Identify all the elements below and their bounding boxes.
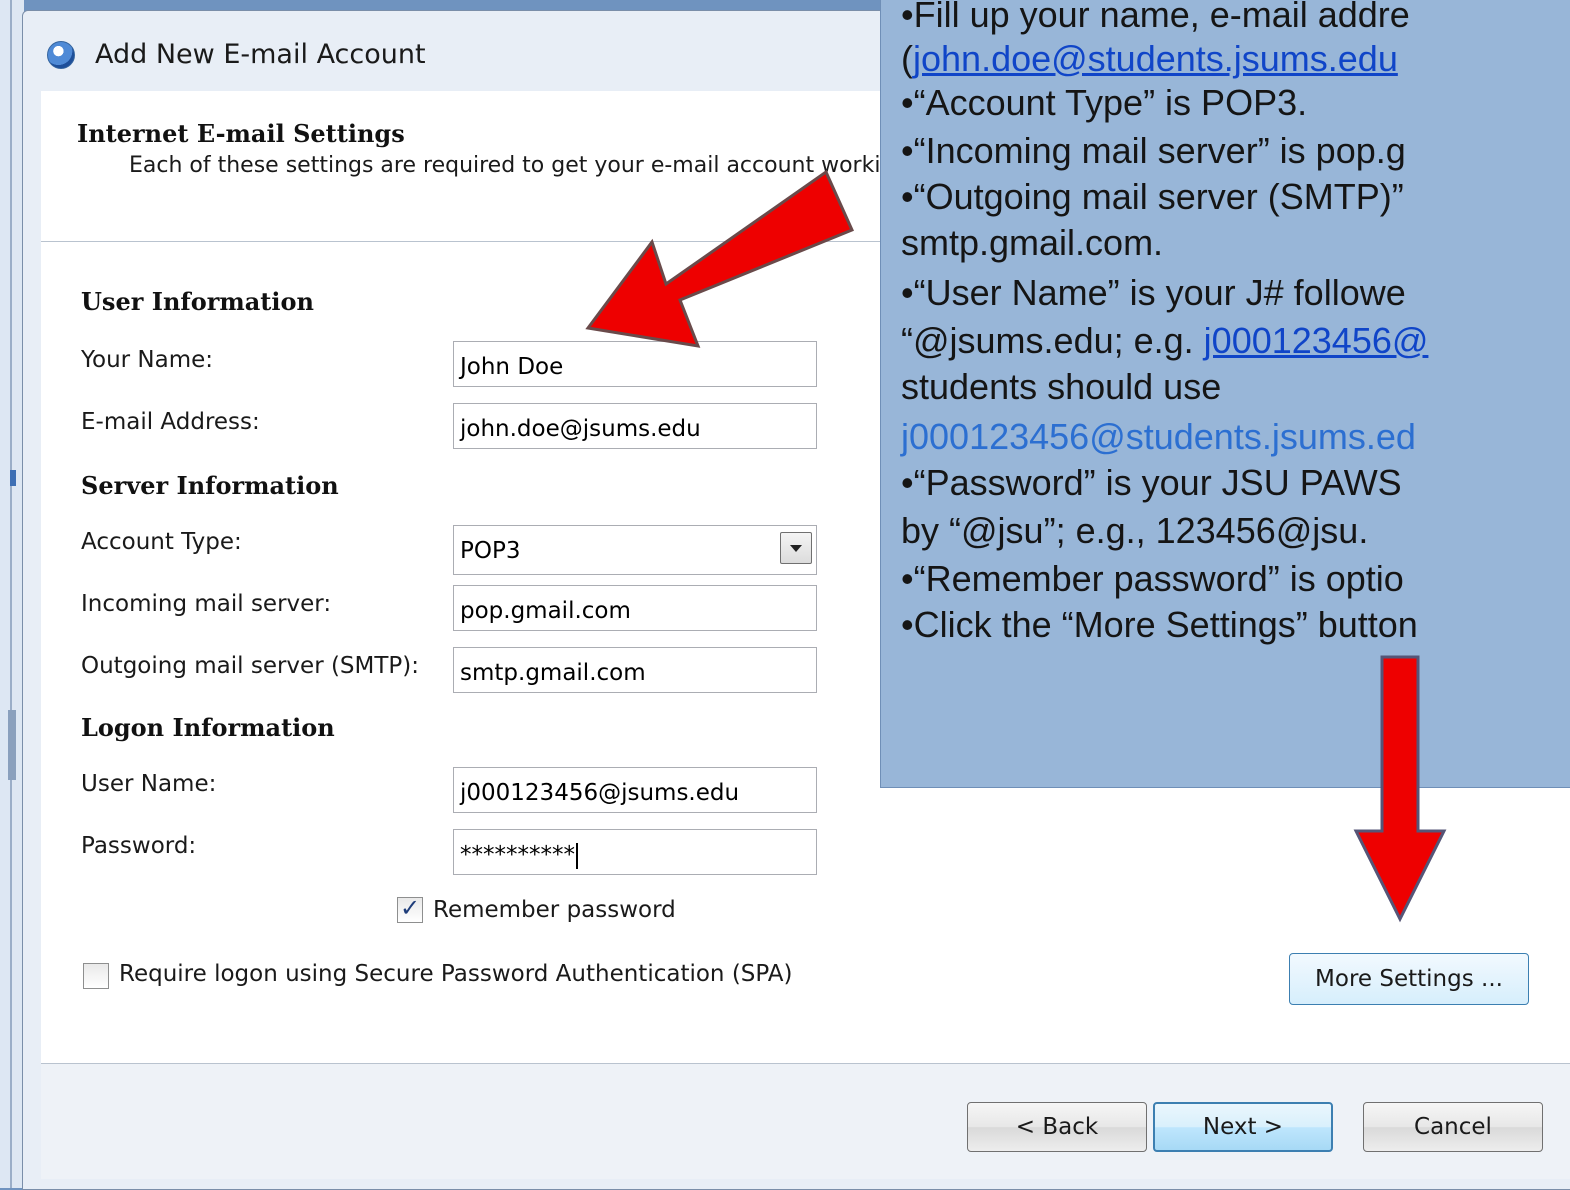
incoming-server-label: Incoming mail server: <box>81 591 332 617</box>
account-type-label: Account Type: <box>81 529 242 555</box>
email-address-label: E-mail Address: <box>81 409 260 435</box>
outgoing-server-input[interactable]: smtp.gmail.com <box>453 647 817 693</box>
instruction-line: •“Account Type” is POP3. <box>901 82 1308 123</box>
user-name-label: User Name: <box>81 771 217 797</box>
outgoing-server-label: Outgoing mail server (SMTP): <box>81 653 420 679</box>
incoming-server-input[interactable]: pop.gmail.com <box>453 585 817 631</box>
server-information-title: Server Information <box>81 471 339 500</box>
strip-scroll-thumb[interactable] <box>8 710 16 780</box>
dialog-footer: < Back Next > Cancel <box>41 1064 1570 1179</box>
user-information-title: User Information <box>81 287 314 316</box>
checkmark-icon: ✓ <box>400 894 421 922</box>
spa-label: Require logon using Secure Password Auth… <box>119 961 793 987</box>
slide-left-strip <box>0 0 24 1188</box>
back-button[interactable]: < Back <box>967 1102 1147 1152</box>
more-settings-button[interactable]: More Settings ... <box>1289 953 1529 1005</box>
instruction-line: (john.doe@students.jsums.edu <box>901 39 1398 79</box>
text-caret <box>576 842 578 869</box>
strip-marker <box>10 470 16 486</box>
user-name-input[interactable]: j000123456@jsums.edu <box>453 767 817 813</box>
password-mask: ********** <box>460 842 575 868</box>
account-type-value: POP3 <box>460 538 521 564</box>
email-address-input[interactable]: john.doe@jsums.edu <box>453 403 817 449</box>
password-label: Password: <box>81 833 197 859</box>
spa-checkbox[interactable] <box>83 963 109 989</box>
remember-password-label: Remember password <box>433 897 676 923</box>
outlook-app-icon <box>47 41 75 69</box>
student-username-link[interactable]: j000123456@students.jsums.ed <box>901 417 1416 457</box>
strip-divider <box>10 0 12 1188</box>
instruction-line: •“User Name” is your J# followe <box>901 272 1406 313</box>
instructions-panel: •Fill up your name, e-mail addre (john.d… <box>880 0 1570 788</box>
cancel-button[interactable]: Cancel <box>1363 1102 1543 1152</box>
remember-password-checkbox[interactable]: ✓ <box>397 894 423 923</box>
student-email-link[interactable]: john.doe@students.jsums.edu <box>913 38 1398 79</box>
instruction-line: smtp.gmail.com. <box>901 222 1164 263</box>
next-button[interactable]: Next > <box>1153 1102 1333 1152</box>
logon-information-title: Logon Information <box>81 713 335 742</box>
username-example-text: “@jsums.edu; e.g. <box>901 320 1204 361</box>
your-name-label: Your Name: <box>81 347 214 373</box>
username-example-link[interactable]: j000123456@ <box>1204 320 1429 361</box>
header-title: Internet E-mail Settings <box>77 119 405 148</box>
down-arrow-icon <box>1353 655 1447 923</box>
account-type-select[interactable]: POP3 <box>453 525 817 575</box>
instruction-line: “@jsums.edu; e.g. j000123456@ <box>901 321 1428 361</box>
password-input[interactable]: ********** <box>453 829 817 875</box>
dropdown-arrow-icon[interactable] <box>780 532 812 564</box>
window-title: Add New E-mail Account <box>95 39 426 70</box>
diagonal-arrow-icon <box>585 169 855 348</box>
instruction-line: •“Remember password” is optio <box>901 558 1404 599</box>
instruction-line: •“Outgoing mail server (SMTP)” <box>901 176 1404 217</box>
paren-text: ( <box>901 38 913 79</box>
instruction-line: •“Incoming mail server” is pop.g <box>901 130 1406 171</box>
instruction-line: students should use <box>901 366 1222 407</box>
instruction-line: •Fill up your name, e-mail addre <box>901 0 1410 35</box>
instruction-line: by “@jsu”; e.g., 123456@jsu. <box>901 510 1369 551</box>
instruction-line: •Click the “More Settings” button <box>901 604 1418 645</box>
instruction-line: •“Password” is your JSU PAWS <box>901 462 1402 503</box>
